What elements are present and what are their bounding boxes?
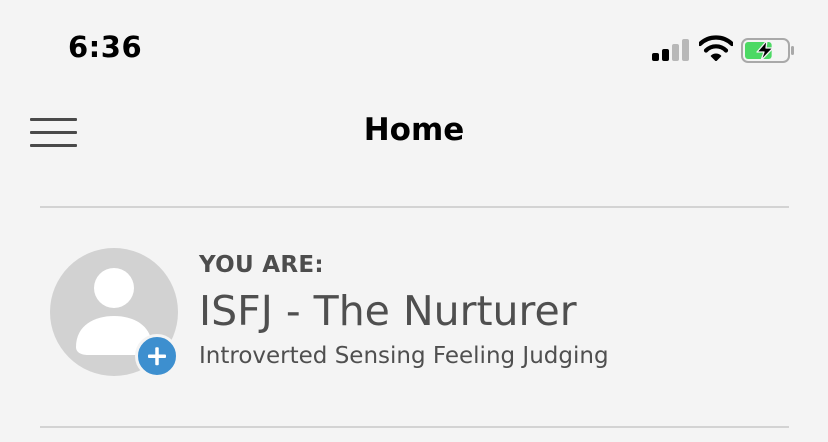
personality-heading: YOU ARE: [199,252,324,278]
divider [40,426,789,428]
signal-bar [662,49,669,61]
personality-type-name: ISFJ - The Nurturer [199,287,577,335]
battery-charging-icon [741,38,794,63]
page-title: Home [363,112,465,148]
status-time: 6:36 [68,30,143,64]
wifi-icon [699,35,733,61]
add-photo-button[interactable] [135,334,179,378]
signal-bar [682,39,689,61]
cellular-signal-icon [652,39,692,61]
signal-bar [672,44,679,61]
plus-icon [148,347,166,366]
status-bar: 6:36 [0,0,828,100]
signal-bar [652,53,659,61]
personality-type-description: Introverted Sensing Feeling Judging [199,343,609,369]
